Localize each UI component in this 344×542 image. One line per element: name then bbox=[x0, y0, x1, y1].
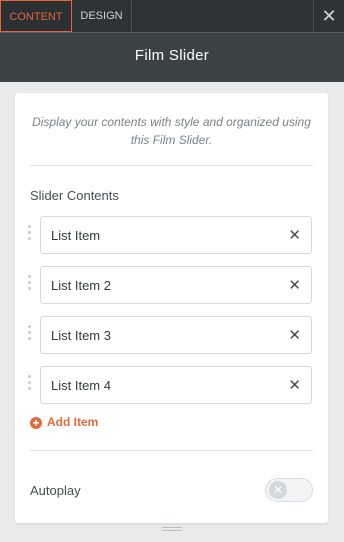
autoplay-label: Autoplay bbox=[30, 483, 81, 498]
autoplay-toggle[interactable]: ✕ bbox=[265, 478, 313, 502]
resize-grip-icon[interactable] bbox=[162, 527, 182, 533]
list-item-label: List Item 2 bbox=[51, 278, 111, 293]
list-item[interactable]: List Item 2 ✕ bbox=[40, 266, 312, 304]
list-item-label: List Item 3 bbox=[51, 328, 111, 343]
add-item-button[interactable]: + Add Item bbox=[30, 415, 98, 429]
panel-title: Film Slider bbox=[134, 47, 210, 64]
drag-handle-icon[interactable] bbox=[28, 325, 34, 345]
divider bbox=[30, 165, 313, 166]
tab-design[interactable]: Design bbox=[72, 0, 132, 32]
divider bbox=[30, 450, 313, 451]
slider-contents-label: Slider Contents bbox=[30, 188, 119, 203]
drag-handle-icon[interactable] bbox=[28, 275, 34, 295]
close-icon[interactable]: ✕ bbox=[313, 0, 344, 32]
top-tab-bar: Content Design ✕ bbox=[0, 0, 344, 32]
toggle-off-icon: ✕ bbox=[269, 481, 287, 499]
remove-item-icon[interactable]: ✕ bbox=[288, 326, 301, 344]
tab-content[interactable]: Content bbox=[0, 0, 72, 32]
settings-panel: Display your contents with style and org… bbox=[15, 93, 328, 523]
add-item-label: Add Item bbox=[47, 415, 99, 429]
list-item[interactable]: List Item 3 ✕ bbox=[40, 316, 312, 354]
remove-item-icon[interactable]: ✕ bbox=[288, 226, 301, 244]
plus-icon: + bbox=[30, 417, 42, 429]
description-text: Display your contents with style and org… bbox=[32, 115, 311, 147]
drag-handle-icon[interactable] bbox=[28, 225, 34, 245]
list-item[interactable]: List Item ✕ bbox=[40, 216, 312, 254]
list-item[interactable]: List Item 4 ✕ bbox=[40, 366, 312, 404]
list-item-label: List Item bbox=[51, 228, 101, 243]
title-bar: Film Slider bbox=[0, 32, 344, 82]
remove-item-icon[interactable]: ✕ bbox=[288, 376, 301, 394]
remove-item-icon[interactable]: ✕ bbox=[288, 276, 301, 294]
list-item-label: List Item 4 bbox=[51, 378, 111, 393]
drag-handle-icon[interactable] bbox=[28, 375, 34, 395]
